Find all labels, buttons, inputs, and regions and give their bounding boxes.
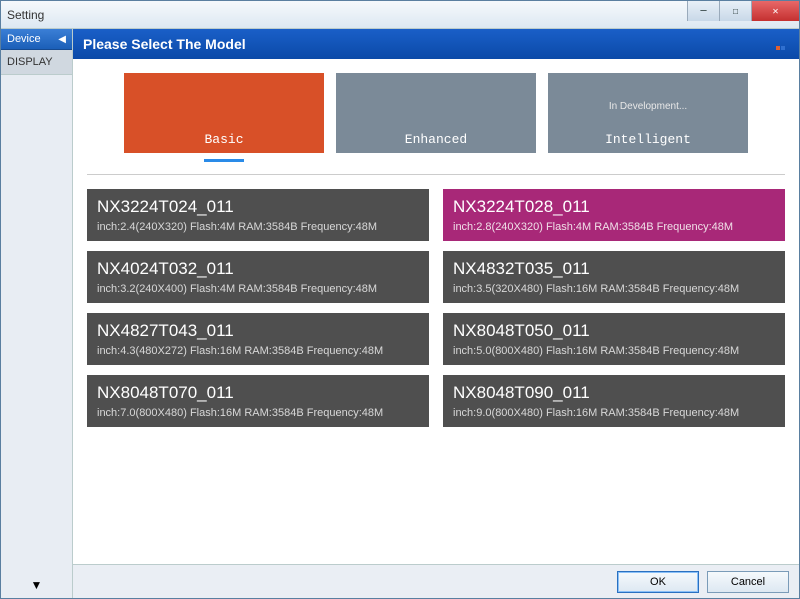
- chevron-down-icon: ▼: [31, 578, 43, 592]
- sidebar-header-label: Device: [7, 33, 41, 45]
- category-underline: [204, 159, 244, 162]
- divider: [87, 174, 785, 175]
- model-name: NX8048T050_011: [453, 321, 775, 341]
- model-card[interactable]: NX4024T032_011 inch:3.2(240X400) Flash:4M…: [87, 251, 429, 303]
- sidebar: Device ◀ DISPLAY ▼: [1, 29, 73, 598]
- model-spec: inch:9.0(800X480) Flash:16M RAM:3584B Fr…: [453, 407, 775, 419]
- ok-button[interactable]: OK: [617, 571, 699, 593]
- model-card[interactable]: NX8048T070_011 inch:7.0(800X480) Flash:16…: [87, 375, 429, 427]
- model-card[interactable]: NX4832T035_011 inch:3.5(320X480) Flash:16…: [443, 251, 785, 303]
- model-name: NX8048T090_011: [453, 383, 775, 403]
- category-enhanced[interactable]: Enhanced: [336, 73, 536, 153]
- category-label: Enhanced: [405, 132, 467, 147]
- model-spec: inch:4.3(480X272) Flash:16M RAM:3584B Fr…: [97, 345, 419, 357]
- category-enhanced-wrapper: Enhanced: [336, 73, 536, 162]
- model-card[interactable]: NX8048T090_011 inch:9.0(800X480) Flash:16…: [443, 375, 785, 427]
- model-spec: inch:7.0(800X480) Flash:16M RAM:3584B Fr…: [97, 407, 419, 419]
- app-cube-icon: [775, 37, 789, 51]
- model-spec: inch:3.5(320X480) Flash:16M RAM:3584B Fr…: [453, 283, 775, 295]
- titlebar: Setting ─ ☐ ✕: [1, 1, 799, 29]
- sidebar-item-label: DISPLAY: [7, 56, 53, 68]
- sidebar-header[interactable]: Device ◀: [1, 29, 72, 50]
- model-spec: inch:2.8(240X320) Flash:4M RAM:3584B Fre…: [453, 221, 775, 233]
- model-name: NX4832T035_011: [453, 259, 775, 279]
- category-intelligent-wrapper: In Development... Intelligent: [548, 73, 748, 162]
- model-spec: inch:2.4(240X320) Flash:4M RAM:3584B Fre…: [97, 221, 419, 233]
- sidebar-collapse-button[interactable]: ▼: [1, 572, 72, 598]
- category-intelligent[interactable]: In Development... Intelligent: [548, 73, 748, 153]
- category-label: Intelligent: [605, 132, 691, 147]
- window-title: Setting: [7, 8, 44, 22]
- window-buttons: ─ ☐ ✕: [687, 1, 799, 21]
- maximize-button[interactable]: ☐: [719, 1, 751, 21]
- model-card[interactable]: NX8048T050_011 inch:5.0(800X480) Flash:16…: [443, 313, 785, 365]
- model-card[interactable]: NX4827T043_011 inch:4.3(480X272) Flash:16…: [87, 313, 429, 365]
- content-area: Basic Enhanced In Development... Int: [73, 59, 799, 564]
- category-label: Basic: [204, 132, 243, 147]
- minimize-button[interactable]: ─: [687, 1, 719, 21]
- model-spec: inch:3.2(240X400) Flash:4M RAM:3584B Fre…: [97, 283, 419, 295]
- sidebar-spacer: [1, 75, 72, 572]
- model-name: NX4827T043_011: [97, 321, 419, 341]
- category-basic[interactable]: Basic: [124, 73, 324, 153]
- sidebar-item-display[interactable]: DISPLAY: [1, 50, 72, 75]
- model-spec: inch:5.0(800X480) Flash:16M RAM:3584B Fr…: [453, 345, 775, 357]
- settings-window: Setting ─ ☐ ✕ Device ◀ DISPLAY ▼ Please …: [0, 0, 800, 599]
- cancel-button[interactable]: Cancel: [707, 571, 789, 593]
- footer: OK Cancel: [73, 564, 799, 598]
- category-basic-wrapper: Basic: [124, 73, 324, 162]
- model-grid: NX3224T024_011 inch:2.4(240X320) Flash:4M…: [87, 189, 785, 427]
- window-body: Device ◀ DISPLAY ▼ Please Select The Mod…: [1, 29, 799, 598]
- model-card[interactable]: NX3224T024_011 inch:2.4(240X320) Flash:4M…: [87, 189, 429, 241]
- page-title: Please Select The Model: [83, 36, 246, 52]
- model-name: NX3224T024_011: [97, 197, 419, 217]
- close-button[interactable]: ✕: [751, 1, 799, 21]
- model-card[interactable]: NX3224T028_011 inch:2.8(240X320) Flash:4M…: [443, 189, 785, 241]
- main-panel: Please Select The Model Basic: [73, 29, 799, 598]
- main-header: Please Select The Model: [73, 29, 799, 59]
- category-row: Basic Enhanced In Development... Int: [87, 73, 785, 162]
- chevron-left-icon: ◀: [58, 34, 66, 45]
- model-name: NX4024T032_011: [97, 259, 419, 279]
- model-name: NX3224T028_011: [453, 197, 775, 217]
- in-development-note: In Development...: [609, 101, 687, 112]
- model-name: NX8048T070_011: [97, 383, 419, 403]
